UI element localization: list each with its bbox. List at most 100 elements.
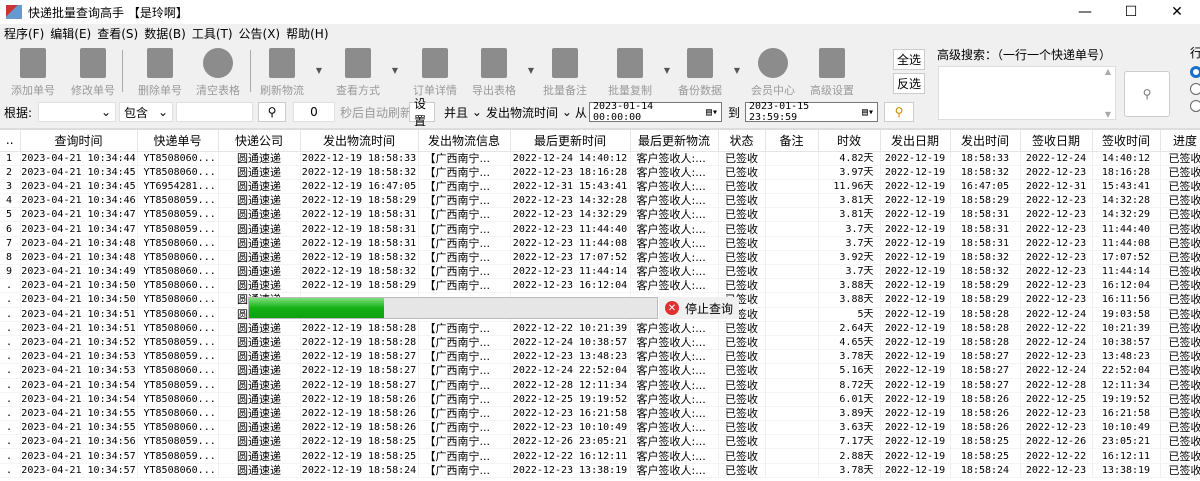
table-row[interactable]: 4 2023-04-21 10:34:46 YT8508059... 圆通速递 2022… (0, 193, 1200, 209)
toolbar: 添加单号 修改单号 删除单号 清空表格 刷新物流 ▼ 查看方式 ▼ 订单详情 导出表格 ▼ 批量备注批… (0, 44, 900, 99)
column-header[interactable]: 状态 (718, 130, 766, 152)
cell-12: 18:58:28 (950, 321, 1021, 336)
table-row[interactable]: 3 2023-04-21 10:34:45 YT6954281... 圆通速递 2022… (0, 179, 1200, 195)
column-header[interactable]: 最后更新物流 (630, 130, 719, 152)
table-row[interactable]: . 2023-04-21 10:34:55 YT8508060... 圆通速递 2022… (0, 406, 1200, 422)
toolbar-button-detail-doc[interactable]: 订单详情 (405, 48, 465, 98)
keyword-input[interactable] (176, 102, 253, 122)
column-header[interactable]: 发出物流信息 (418, 130, 511, 152)
cell-10: 3.78天 (818, 463, 881, 478)
advanced-search-button[interactable]: ⚲ (1124, 71, 1170, 117)
logic-select[interactable]: 并且 ⌄ (444, 102, 482, 122)
maximize-button[interactable]: ☐ (1108, 0, 1154, 24)
column-header[interactable]: 备注 (765, 130, 819, 152)
column-header[interactable]: 快递单号 (137, 130, 219, 152)
menu-item[interactable]: 帮助(H) (286, 25, 328, 42)
refresh-settings-button[interactable]: 设置 (409, 97, 435, 128)
toolbar-button-scroll[interactable]: 批量备注 (535, 48, 595, 98)
table-row[interactable]: . 2023-04-21 10:34:53 YT8508060... 圆通速递 2022… (0, 363, 1200, 379)
table-row[interactable]: . 2023-04-21 10:34:54 YT8508059... 圆通速递 2022… (0, 378, 1200, 393)
advanced-search-textarea[interactable]: ▲ ▼ (938, 66, 1116, 120)
cell-6: 2022-12-25 19:19:52 (510, 392, 631, 407)
dropdown-arrow-icon[interactable]: ▼ (734, 66, 740, 75)
filter-field-select[interactable]: ⌄ (38, 102, 116, 122)
table-row[interactable]: . 2023-04-21 10:34:57 YT8508059... 圆通速递 2022… (0, 448, 1200, 464)
table-row[interactable]: 6 2023-04-21 10:34:47 YT8508059... 圆通速递 2022… (0, 221, 1200, 237)
toolbar-button-edit-pencil[interactable]: 修改单号 (63, 48, 123, 98)
invert-select-button[interactable]: 反选 (893, 73, 926, 94)
table-row[interactable]: 2 2023-04-21 10:34:45 YT8508060... 圆通速递 2022… (0, 165, 1200, 180)
toolbar-button-export[interactable]: 导出表格 ▼ (464, 48, 534, 98)
toolbar-button-delete-doc[interactable]: 删除单号 (130, 48, 190, 98)
toolbar-button-clear-x[interactable]: 清空表格 (188, 48, 248, 98)
menu-item[interactable]: 查看(S) (97, 25, 138, 42)
cell-12: 18:58:32 (950, 264, 1021, 280)
cell-13: 2022-12-22 (1020, 448, 1093, 464)
cell-11: 2022-12-19 (880, 179, 951, 195)
table-row[interactable]: . 2023-04-21 10:34:55 YT8508060... 圆通速递 2022… (0, 420, 1200, 436)
toolbar-button-copy[interactable]: 批量复制 ▼ (600, 48, 670, 98)
table-row[interactable]: 8 2023-04-21 10:34:48 YT8508060... 圆通速递 2022… (0, 250, 1200, 266)
column-header[interactable]: 快递公司 (218, 130, 301, 152)
column-header[interactable]: 查询时间 (20, 130, 138, 152)
cell-8: 已签收 (718, 278, 766, 294)
menu-item[interactable]: 编辑(E) (50, 25, 91, 42)
cell-13: 2022-12-24 (1020, 151, 1093, 166)
radio-option-1[interactable] (1190, 66, 1200, 78)
column-header[interactable]: 签收日期 (1020, 130, 1093, 152)
toolbar-button-add-doc[interactable]: 添加单号 (3, 48, 63, 98)
toolbar-button-refresh-doc[interactable]: 刷新物流 ▼ (252, 48, 322, 98)
cell-2: YT8508060... (137, 250, 219, 266)
toolbar-button-backup[interactable]: 备份数据 ▼ (670, 48, 740, 98)
toolbar-button-view-doc[interactable]: 查看方式 ▼ (328, 48, 398, 98)
column-header[interactable]: 进度 (1160, 130, 1200, 152)
menu-item[interactable]: 公告(X) (239, 25, 281, 42)
to-date-picker[interactable]: 2023-01-15 23:59:59 ▤▾ (745, 101, 878, 123)
column-header[interactable]: 发出日期 (880, 130, 951, 152)
table-row[interactable]: . 2023-04-21 10:34:53 YT8508059... 圆通速递 2022… (0, 349, 1200, 365)
table-row[interactable]: . 2023-04-21 10:34:57 YT8508060... 圆通速递 2022… (0, 463, 1200, 478)
column-header[interactable]: 时效 (818, 130, 881, 152)
table-row[interactable]: 7 2023-04-21 10:34:48 YT8508060... 圆通速递 2022… (0, 236, 1200, 251)
column-header[interactable]: 发出物流时间 (300, 130, 419, 152)
minimize-button[interactable]: — (1062, 0, 1108, 24)
table-row[interactable]: . 2023-04-21 10:34:52 YT8508059... 圆通速递 2022… (0, 335, 1200, 351)
column-header[interactable]: 签收时间 (1092, 130, 1161, 152)
from-date-picker[interactable]: 2023-01-14 00:00:00 ▤▾ (589, 101, 722, 123)
dropdown-arrow-icon[interactable]: ▼ (316, 66, 322, 75)
query-progress-bar (248, 297, 658, 319)
refresh-seconds-input[interactable]: 0 (293, 102, 335, 122)
table-row[interactable]: 9 2023-04-21 10:34:49 YT8508060... 圆通速递 2022… (0, 264, 1200, 280)
radio-option-3[interactable] (1190, 100, 1200, 112)
column-header[interactable]: 最后更新时间 (510, 130, 631, 152)
table-row[interactable]: . 2023-04-21 10:34:56 YT8508059... 圆通速递 2022… (0, 434, 1200, 450)
date-search-button[interactable]: ⚲ (884, 102, 914, 122)
menu-item[interactable]: 程序(F) (4, 25, 44, 42)
cell-15: 已签收 (1160, 378, 1200, 393)
menu-item[interactable]: 数据(B) (144, 25, 186, 42)
scrollbar[interactable]: ▲ ▼ (1101, 67, 1115, 119)
menu-item[interactable]: 工具(T) (192, 25, 233, 42)
table-row[interactable]: 1 2023-04-21 10:34:44 YT8508060... 圆通速递 2022… (0, 151, 1200, 166)
cell-5: 【广西南宁... (418, 221, 511, 237)
table-row[interactable]: . 2023-04-21 10:34:54 YT8508060... 圆通速递 2022… (0, 392, 1200, 407)
toolbar-button-settings[interactable]: 高级设置 (802, 48, 862, 98)
dropdown-arrow-icon[interactable]: ▼ (392, 66, 398, 75)
toolbar-button-clock[interactable]: 会员中心 (743, 48, 803, 98)
cell-4: 2022-12-19 18:58:32 (300, 264, 419, 280)
dropdown-arrow-icon[interactable]: ▼ (528, 66, 534, 75)
table-row[interactable]: 5 2023-04-21 10:34:47 YT8508059... 圆通速递 2022… (0, 207, 1200, 223)
cell-9 (765, 406, 819, 422)
search-button[interactable]: ⚲ (258, 102, 286, 122)
date-field-select[interactable]: 发出物流时间 ⌄ (486, 102, 572, 122)
stop-query-button[interactable]: ✕ 停止查询 (659, 297, 740, 319)
select-all-button[interactable]: 全选 (893, 49, 926, 70)
close-button[interactable]: ✕ (1154, 0, 1200, 24)
column-header[interactable]: .. (0, 130, 21, 152)
chevron-down-icon: ⌄ (100, 105, 111, 119)
radio-option-2[interactable] (1190, 83, 1200, 95)
match-mode-select[interactable]: 包含 ⌄ (119, 102, 173, 122)
table-row[interactable]: . 2023-04-21 10:34:50 YT8508060... 圆通速递 2022… (0, 278, 1200, 294)
table-row[interactable]: . 2023-04-21 10:34:51 YT8508060... 圆通速递 2022… (0, 321, 1200, 336)
column-header[interactable]: 发出时间 (950, 130, 1021, 152)
